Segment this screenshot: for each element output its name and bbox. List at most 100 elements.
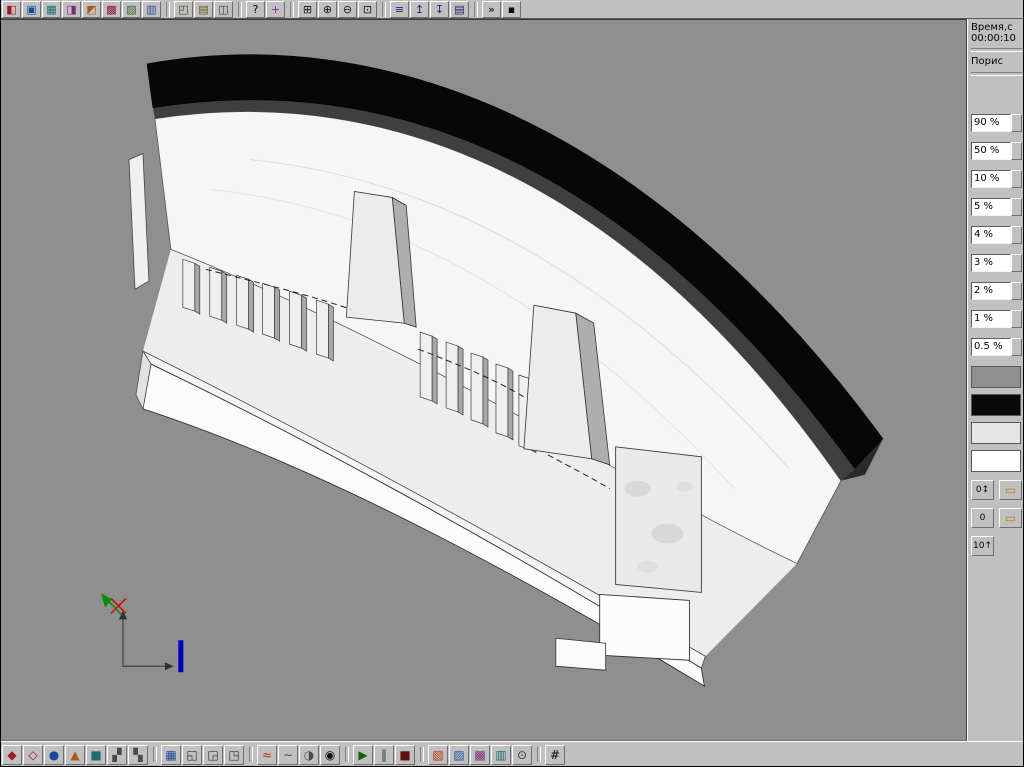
- gating-icon[interactable]: ●: [44, 744, 64, 765]
- toolbar-separator: [166, 1, 170, 17]
- pick-probe-icon[interactable]: +: [266, 0, 285, 18]
- spin-zero-button[interactable]: 0↕: [971, 480, 994, 500]
- toolbar-separator: [290, 1, 294, 17]
- slice-z-icon[interactable]: ◳: [224, 744, 244, 765]
- axis-triad: [101, 593, 184, 673]
- toolbar-separator: [474, 1, 478, 17]
- threshold-field-10[interactable]: 10 %: [971, 170, 1011, 188]
- record-icon[interactable]: ▪: [502, 0, 521, 18]
- legend-swatches: [971, 366, 1022, 472]
- zoom-in-icon[interactable]: ⊕: [318, 0, 337, 18]
- toolbar-separator: [537, 747, 541, 762]
- material-database-icon[interactable]: ▨: [122, 0, 141, 18]
- import-geometry-icon[interactable]: ◨: [62, 0, 81, 18]
- solid-fraction-icon[interactable]: ◑: [299, 744, 319, 765]
- settings-icon[interactable]: ◫: [214, 0, 233, 18]
- threshold-row: 4 %: [971, 226, 1022, 244]
- result-temperature-icon[interactable]: ▧: [428, 744, 448, 765]
- stop-simulation-icon[interactable]: ■: [395, 744, 415, 765]
- threshold-row: 3 %: [971, 254, 1022, 272]
- cavity-icon[interactable]: ◆: [2, 744, 22, 765]
- divider: [971, 48, 1022, 52]
- slice-y-icon[interactable]: ◲: [203, 744, 223, 765]
- pause-simulation-icon[interactable]: ‖: [374, 744, 394, 765]
- mesh-generator-icon[interactable]: ▩: [102, 0, 121, 18]
- result-stress-icon[interactable]: ▥: [491, 744, 511, 765]
- new-project-icon[interactable]: ◧: [2, 0, 21, 18]
- threshold-apply-button[interactable]: [1011, 198, 1022, 216]
- bottom-toolbar: ◆ ◇ ● ▲ ■ ▞ ▚ ▦ ◱ ◲ ◳ ≈ ∼ ◑ ◉ ▶ ‖ ■ ▧ ▨ ▩ ▥ ⊙ #: [0, 741, 1024, 767]
- threshold-field-4[interactable]: 4 %: [971, 226, 1011, 244]
- layer-manager-icon[interactable]: ▤: [194, 0, 213, 18]
- casting-model-canvas: [101, 54, 884, 688]
- result-flow-icon[interactable]: ▨: [449, 744, 469, 765]
- porosity-threshold-scale: 90 % 50 % 10 % 5 % 4 % 3 % 2 % 1 % 0.5 %: [971, 114, 1022, 356]
- insulation-icon[interactable]: ▚: [128, 744, 148, 765]
- threshold-field-0.5[interactable]: 0.5 %: [971, 338, 1011, 356]
- threshold-field-5[interactable]: 5 %: [971, 198, 1011, 216]
- threshold-field-90[interactable]: 90 %: [971, 114, 1011, 132]
- threshold-row: 90 %: [971, 114, 1022, 132]
- zoom-window-icon[interactable]: ⊞: [298, 0, 317, 18]
- grid-toggle-icon[interactable]: #: [545, 744, 565, 765]
- threshold-field-50[interactable]: 50 %: [971, 142, 1011, 160]
- save-project-icon[interactable]: ▦: [42, 0, 61, 18]
- threshold-row: 2 %: [971, 282, 1022, 300]
- toolbar-separator: [345, 747, 349, 762]
- panel-controls-row-1: 0↕ ▭: [971, 480, 1022, 500]
- threshold-apply-button[interactable]: [1011, 310, 1022, 328]
- time-label: Время,с: [971, 22, 1013, 33]
- toolbar-separator: [153, 747, 157, 762]
- open-project-icon[interactable]: ▣: [22, 0, 41, 18]
- panel-controls-row-2: 0 ▭: [971, 508, 1022, 528]
- scale-up-icon[interactable]: ↥: [410, 0, 429, 18]
- threshold-row: 1 %: [971, 310, 1022, 328]
- mold-icon[interactable]: ◇: [23, 744, 43, 765]
- open-folder-button-1[interactable]: ▭: [999, 480, 1022, 500]
- export-geometry-icon[interactable]: ◩: [82, 0, 101, 18]
- mesh-view-icon[interactable]: ▦: [161, 744, 181, 765]
- threshold-field-1[interactable]: 1 %: [971, 310, 1011, 328]
- threshold-apply-button[interactable]: [1011, 142, 1022, 160]
- legend-swatch-lightgray[interactable]: [971, 422, 1021, 444]
- core-icon[interactable]: ■: [86, 744, 106, 765]
- threshold-field-2[interactable]: 2 %: [971, 282, 1011, 300]
- results-panel: Время,с 00:00:10 Порис 90 % 50 % 10 % 5 % 4 …: [967, 19, 1024, 741]
- threshold-apply-button[interactable]: [1011, 226, 1022, 244]
- results-list-icon[interactable]: ≡: [390, 0, 409, 18]
- viewport-3d[interactable]: [0, 19, 967, 741]
- result-porosity-icon[interactable]: ▩: [470, 744, 490, 765]
- panel-controls-row-3: 10↑: [971, 536, 1022, 556]
- scale-down-icon[interactable]: ↧: [430, 0, 449, 18]
- flow-field-icon[interactable]: ∼: [278, 744, 298, 765]
- time-display: Время,с 00:00:10: [971, 22, 1022, 44]
- casting-model: [128, 54, 884, 688]
- legend-swatch-black[interactable]: [971, 394, 1021, 416]
- results-table-icon[interactable]: ▤: [450, 0, 469, 18]
- step-ten-button[interactable]: 10↑: [971, 536, 994, 556]
- help-icon[interactable]: ?: [246, 0, 265, 18]
- threshold-apply-button[interactable]: [1011, 254, 1022, 272]
- riser-icon[interactable]: ▲: [65, 744, 85, 765]
- view-cube-icon[interactable]: ◰: [174, 0, 193, 18]
- threshold-field-3[interactable]: 3 %: [971, 254, 1011, 272]
- legend-swatch-white[interactable]: [971, 450, 1021, 472]
- toolbar-separator: [238, 1, 242, 17]
- play-simulation-icon[interactable]: ▶: [353, 744, 373, 765]
- threshold-apply-button[interactable]: [1011, 170, 1022, 188]
- shrinkage-icon[interactable]: ◉: [320, 744, 340, 765]
- fast-forward-icon[interactable]: »: [482, 0, 501, 18]
- legend-swatch-gray[interactable]: [971, 366, 1021, 388]
- threshold-apply-button[interactable]: [1011, 338, 1022, 356]
- color-palette-icon[interactable]: ▥: [142, 0, 161, 18]
- zoom-out-icon[interactable]: ⊖: [338, 0, 357, 18]
- open-folder-button-2[interactable]: ▭: [999, 508, 1022, 528]
- threshold-apply-button[interactable]: [1011, 114, 1022, 132]
- zero-button[interactable]: 0: [971, 508, 994, 528]
- result-time-icon[interactable]: ⊙: [512, 744, 532, 765]
- slice-x-icon[interactable]: ◱: [182, 744, 202, 765]
- chill-icon[interactable]: ▞: [107, 744, 127, 765]
- zoom-fit-icon[interactable]: ⊡: [358, 0, 377, 18]
- temperature-field-icon[interactable]: ≈: [257, 744, 277, 765]
- threshold-apply-button[interactable]: [1011, 282, 1022, 300]
